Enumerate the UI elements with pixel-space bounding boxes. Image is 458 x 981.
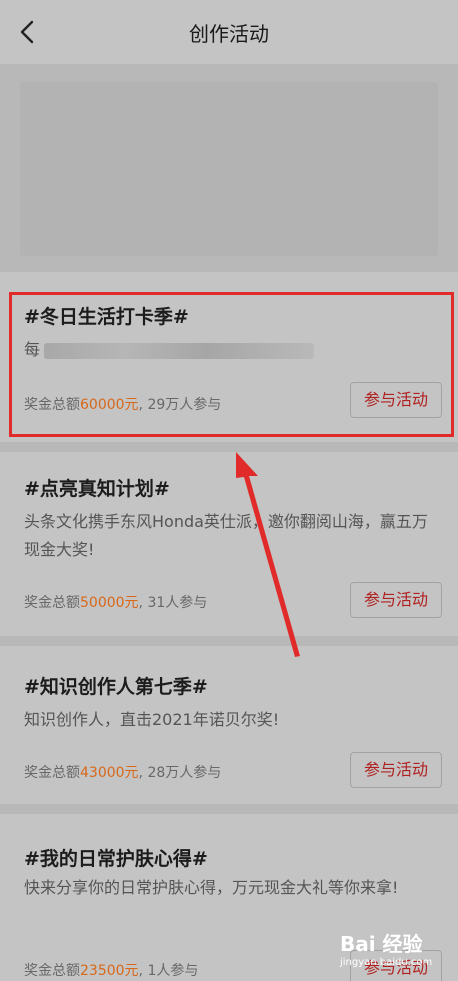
page-title: 创作活动 (189, 22, 269, 46)
activity-meta: 奖金总额23500元, 1人参与 (24, 960, 198, 980)
activity-card[interactable]: #点亮真知计划# 头条文化携手东风Honda英仕派，邀你翻阅山海，赢五万现金大奖… (0, 452, 458, 636)
activity-title: #我的日常护肤心得# (24, 848, 208, 870)
banner-image[interactable] (20, 82, 438, 256)
highlight-box (9, 292, 454, 437)
join-activity-button[interactable]: 参与活动 (350, 582, 442, 618)
prize-label: 奖金总额 (24, 963, 80, 979)
baidu-watermark: Bai 经验 jingyan.baidu.com (340, 928, 454, 968)
participants: , 31人参与 (138, 595, 208, 611)
prize-amount: 43000元 (80, 765, 139, 781)
join-activity-button[interactable]: 参与活动 (350, 752, 442, 788)
activity-description: 快来分享你的日常护肤心得，万元现金大礼等你来拿! (24, 878, 399, 897)
activity-card[interactable]: #知识创作人第七季# 知识创作人，直击2021年诺贝尔奖! 奖金总额43000元… (0, 646, 458, 804)
participants: , 28万人参与 (138, 765, 222, 781)
activity-description: 头条文化携手东风Honda英仕派，邀你翻阅山海，赢五万现金大奖! (24, 512, 428, 559)
prize-amount: 23500元 (80, 963, 139, 979)
activity-title: #点亮真知计划# (24, 478, 170, 500)
top-bar: 创作活动 (0, 0, 458, 64)
prize-label: 奖金总额 (24, 765, 80, 781)
watermark-url: jingyan.baidu.com (340, 957, 433, 968)
activity-meta: 奖金总额50000元, 31人参与 (24, 592, 207, 612)
activity-description: 知识创作人，直击2021年诺贝尔奖! (24, 710, 280, 729)
watermark-logo: Bai 经验 (340, 932, 423, 956)
activity-meta: 奖金总额43000元, 28万人参与 (24, 762, 221, 782)
prize-label: 奖金总额 (24, 595, 80, 611)
participants: , 1人参与 (138, 963, 199, 979)
activity-title: #知识创作人第七季# (24, 676, 208, 698)
prize-amount: 50000元 (80, 595, 139, 611)
